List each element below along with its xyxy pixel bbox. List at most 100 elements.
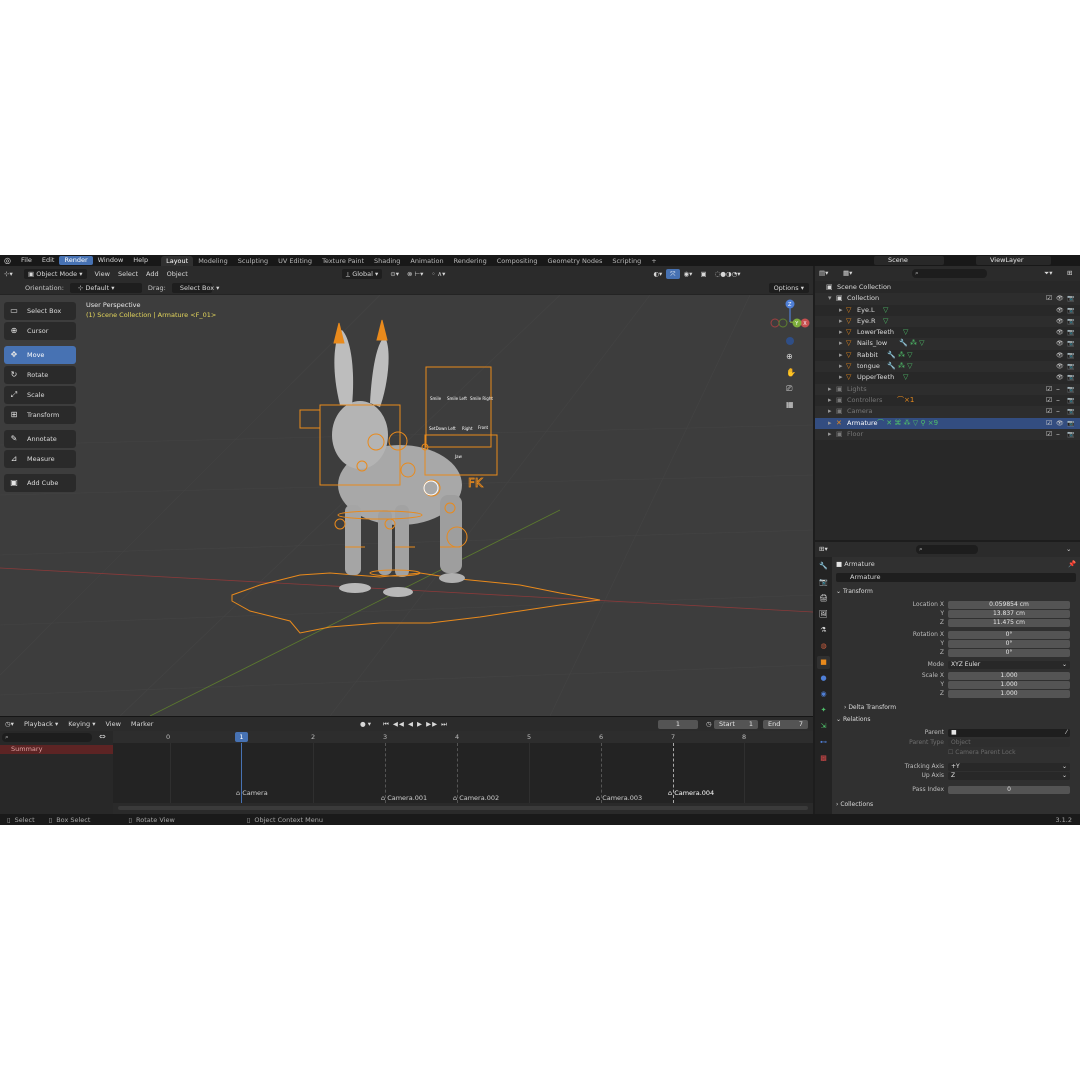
visibility-eye-icon[interactable]: 👁 [1056, 350, 1064, 361]
location-y-field[interactable]: 13.837 cm [948, 610, 1070, 618]
render-camera-icon[interactable]: 📷 [1067, 395, 1074, 406]
render-camera-icon[interactable]: 📷 [1067, 361, 1074, 372]
visibility-eye-icon[interactable]: 👁 [1056, 361, 1064, 372]
outliner-row[interactable]: ▸ ▣ Controllers ⌒×1 ☑ ⌣ 📷 [815, 395, 1080, 406]
physics-tab-icon[interactable]: ✦ [817, 704, 830, 717]
menu-marker[interactable]: Marker [126, 720, 158, 728]
menu-file[interactable]: File [16, 256, 37, 265]
render-camera-icon[interactable]: 📷 [1067, 372, 1074, 383]
render-tab-icon[interactable]: 📷 [817, 576, 830, 589]
visibility-eye-icon[interactable]: 👁 [1056, 338, 1064, 349]
shading-modes-icon[interactable]: ◌●◑◔▾ [711, 269, 745, 279]
exclude-checkbox[interactable]: ☑ [1046, 395, 1052, 406]
expand-right-icon[interactable]: ▸ [828, 418, 832, 429]
tab-shading[interactable]: Shading [369, 256, 405, 266]
outliner-row[interactable]: ▾ ▣ Collection ☑ 👁 📷 [815, 293, 1080, 305]
scale-y-field[interactable]: 1.000 [948, 681, 1070, 689]
constraints-tab-icon[interactable]: ⇲ [817, 720, 830, 733]
menu-object[interactable]: Object [163, 269, 192, 279]
tool-scale[interactable]: ⤢ Scale [4, 386, 76, 404]
render-camera-icon[interactable]: 📷 [1067, 327, 1074, 338]
visibility-icon[interactable]: ◐▾ [649, 269, 666, 279]
tab-scripting[interactable]: Scripting [607, 256, 646, 266]
expand-right-icon[interactable]: ▸ [839, 338, 843, 349]
world-tab-icon[interactable]: ◍ [817, 640, 830, 653]
visibility-eye-icon[interactable]: 👁 [1056, 327, 1064, 338]
tool-add-cube[interactable]: ▣ Add Cube [4, 474, 76, 492]
visibility-eye-icon[interactable]: 👁 [1056, 305, 1064, 316]
render-camera-icon[interactable]: 📷 [1067, 418, 1074, 429]
render-camera-icon[interactable]: 📷 [1067, 429, 1074, 440]
exclude-checkbox[interactable]: ☑ [1046, 406, 1052, 417]
render-camera-icon[interactable]: 📷 [1067, 384, 1074, 395]
blender-logo-icon[interactable]: ◎ [4, 256, 13, 265]
properties-search-input[interactable]: ⌕ [916, 545, 978, 554]
zoom-icon[interactable]: ⊕ [786, 352, 793, 361]
mode-dropdown[interactable]: ▣ Object Mode ▾ [24, 268, 87, 279]
rabbit-mesh[interactable] [332, 330, 465, 597]
transform-panel-header[interactable]: ⌄ Transform [836, 588, 873, 595]
transform-orientation-dropdown[interactable]: ⟂ Global ▾ [341, 268, 383, 279]
filter-icon[interactable]: ⏷▾ [1044, 269, 1052, 278]
data-tab-icon[interactable]: ⊷ [817, 736, 830, 749]
rotation-mode-dropdown[interactable]: XYZ Euler ⌄ [948, 661, 1070, 669]
expand-right-icon[interactable]: ▸ [839, 305, 843, 316]
outliner-row[interactable]: ▸ ▣ Lights ☑ ⌣ 📷 [815, 383, 1080, 395]
delta-transform-panel-header[interactable]: › Delta Transform [844, 704, 896, 711]
marker-camera-002[interactable]: ⌂ Camera.002 [453, 794, 499, 802]
tab-texture-paint[interactable]: Texture Paint [317, 256, 369, 266]
scene-tab-icon[interactable]: ⚗ [817, 624, 830, 637]
expand-right-icon[interactable]: ▸ [828, 384, 832, 395]
options-dropdown[interactable]: Options ▾ [768, 282, 809, 293]
render-camera-icon[interactable]: 📷 [1067, 338, 1074, 349]
render-camera-icon[interactable]: 📷 [1067, 305, 1074, 316]
outliner-row[interactable]: ▸ ▽ Eye.L ▽ 👁 📷 [815, 305, 1080, 316]
texture-tab-icon[interactable]: ▩ [817, 752, 830, 765]
snap-icon[interactable]: ⊗ ⊢▾ [403, 269, 427, 279]
tab-animation[interactable]: Animation [405, 256, 448, 266]
playback-controls[interactable]: ⏮ ◀◀ ◀ ▶ ▶▶ ⏭ [378, 720, 453, 729]
display-mode-icon[interactable]: ▦▾ [843, 269, 852, 277]
marker-camera[interactable]: ⌂ Camera [236, 789, 268, 797]
exclude-checkbox[interactable]: ☑ [1046, 429, 1052, 440]
camera-view-icon[interactable]: ⎚ [786, 384, 793, 393]
tool-cursor[interactable]: ⊕ Cursor [4, 322, 76, 340]
expand-right-icon[interactable]: ▸ [839, 327, 843, 338]
properties-editor-icon[interactable]: ⊞▾ [819, 545, 828, 553]
render-camera-icon[interactable]: 📷 [1067, 316, 1074, 327]
location-z-field[interactable]: 11.475 cm [948, 619, 1070, 627]
rotation-y-field[interactable]: 0° [948, 640, 1070, 648]
scale-z-field[interactable]: 1.000 [948, 690, 1070, 698]
ortho-grid-icon[interactable]: ▦ [786, 400, 794, 409]
outliner-editor-icon[interactable]: ▤▾ [819, 269, 828, 277]
add-workspace-button[interactable]: + [646, 256, 661, 266]
object-name-field[interactable]: Armature [836, 573, 1076, 582]
parent-field[interactable]: ■ ⁄ [948, 729, 1070, 737]
drag-dropdown[interactable]: Select Box ▾ [171, 282, 219, 293]
expand-right-icon[interactable]: ▸ [828, 429, 832, 440]
tab-uv-editing[interactable]: UV Editing [273, 256, 317, 266]
outliner-row[interactable]: ▸ ▽ UpperTeeth ▽ 👁 📷 [815, 372, 1080, 383]
outliner-row[interactable]: ▸ ▽ LowerTeeth ▽ 👁 📷 [815, 327, 1080, 338]
view-layer-tab-icon[interactable]: 🖼 [817, 608, 830, 621]
pan-hand-icon[interactable]: ✋ [786, 367, 796, 377]
rotation-z-field[interactable]: 0° [948, 649, 1070, 657]
current-frame-field[interactable]: 1 [658, 719, 698, 729]
tool-measure[interactable]: ⊿ Measure [4, 450, 76, 468]
start-frame-field[interactable]: Start 1 [714, 719, 758, 729]
pin-icon[interactable]: 📌 [1068, 560, 1076, 568]
expand-right-icon[interactable]: ▸ [828, 406, 832, 417]
outliner-row[interactable]: ▣ Scene Collection [815, 282, 1080, 293]
tool-select-box[interactable]: ▭ Select Box [4, 302, 76, 320]
visibility-eye-icon[interactable]: 👁 [1056, 316, 1064, 327]
gizmo-toggle-icon[interactable]: ⤧ [666, 268, 680, 279]
chevron-down-icon[interactable]: ⌄ [1066, 545, 1071, 553]
marker-camera-004[interactable]: ⌂ Camera.004 [668, 789, 714, 797]
visibility-eye-icon[interactable]: 👁 [1056, 372, 1064, 383]
view-layer-selector[interactable]: ViewLayer [976, 256, 1051, 265]
expand-right-icon[interactable]: ▸ [839, 372, 843, 383]
outliner-row[interactable]: ▸ ▽ Eye.R ▽ 👁 📷 [815, 315, 1080, 328]
tool-transform[interactable]: ⊞ Transform [4, 406, 76, 424]
outliner-row[interactable]: ▸ ✕ Armature ⌒ ✕ ⌘ ⁂ ▽ ⚲ ×9 ☑ 👁 📷 [815, 417, 1080, 429]
editor-type-icon[interactable]: ⊹▾ [0, 269, 24, 279]
